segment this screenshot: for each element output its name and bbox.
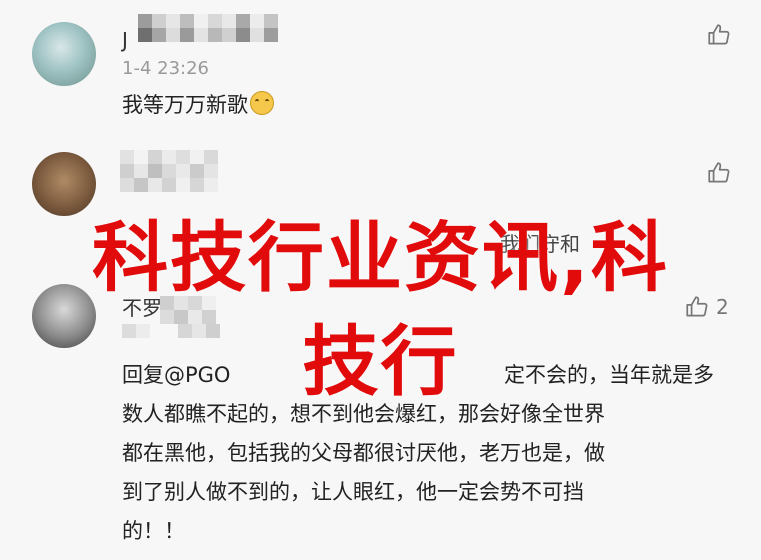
overlay-title-line2: 技行: [302, 317, 459, 406]
comment-text: 我等万万新歌: [122, 86, 274, 125]
like-button[interactable]: [706, 22, 738, 48]
thumbs-up-icon: [708, 162, 730, 183]
avatar[interactable]: [32, 22, 96, 86]
like-button[interactable]: [706, 160, 738, 186]
reply-line: 到了别人做不到的，让人眼红，他一定会势不可挡: [122, 480, 584, 504]
reply-line: 的！！: [122, 519, 185, 543]
smile-emoji-icon: [250, 91, 274, 115]
name-mosaic: [138, 14, 288, 50]
thumbs-up-icon: [708, 24, 730, 45]
username[interactable]: J: [122, 28, 128, 52]
comment-time: 1-4 23:26: [122, 58, 209, 79]
comment-text-content: 我等万万新歌: [122, 93, 248, 117]
name-mosaic: [120, 150, 230, 192]
overlay-title-line1: 科技行业资讯,科: [92, 213, 669, 302]
reply-line: 都在黑他，包括我的父母都很讨厌他，老万也是，做: [122, 441, 605, 465]
